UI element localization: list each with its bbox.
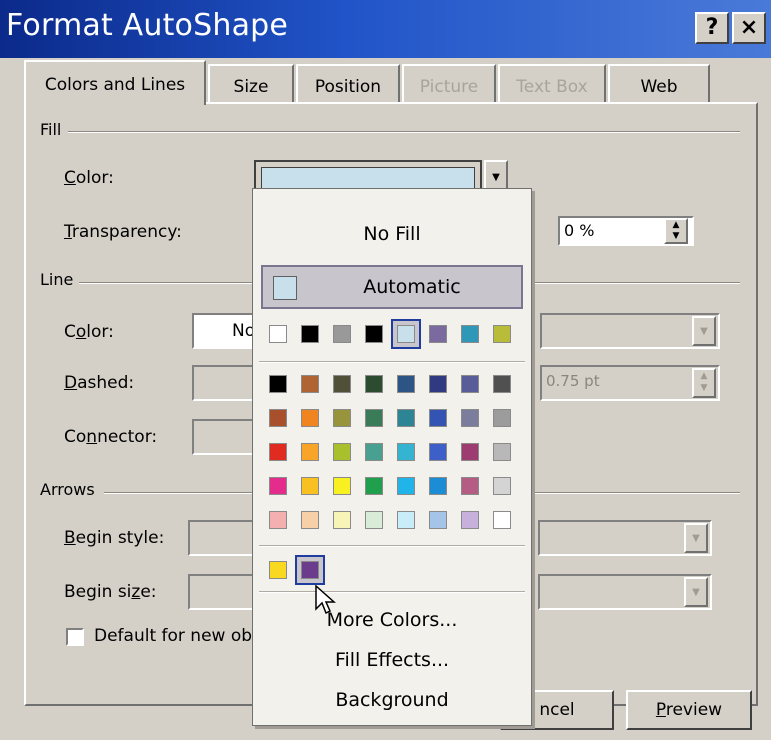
standard-color-swatch[interactable] <box>397 375 415 393</box>
default-checkbox-label: Default for new ob <box>94 626 253 646</box>
standard-color-swatch[interactable] <box>493 443 511 461</box>
standard-color-swatch[interactable] <box>429 511 447 529</box>
begin-size-dropdown <box>188 574 262 610</box>
recent-color-swatch[interactable] <box>269 561 287 579</box>
background-option[interactable]: Background <box>253 689 531 711</box>
standard-color-swatch[interactable] <box>269 477 287 495</box>
scheme-color-swatch[interactable] <box>493 325 511 343</box>
standard-color-swatch[interactable] <box>365 443 383 461</box>
standard-color-swatch[interactable] <box>397 443 415 461</box>
standard-color-swatch[interactable] <box>461 443 479 461</box>
standard-color-swatch[interactable] <box>301 511 319 529</box>
fill-effects-option[interactable]: Fill Effects... <box>253 649 531 671</box>
automatic-label: Automatic <box>363 276 461 298</box>
standard-color-swatch[interactable] <box>269 443 287 461</box>
fill-color-palette: No Fill Automatic More Colors... Fill Ef… <box>252 188 532 726</box>
standard-color-swatch[interactable] <box>333 375 351 393</box>
begin-size-label: Begin size: <box>64 582 157 602</box>
palette-separator-3 <box>259 591 525 593</box>
standard-color-swatch[interactable] <box>333 511 351 529</box>
standard-color-swatch[interactable] <box>333 409 351 427</box>
standard-color-swatch[interactable] <box>333 477 351 495</box>
transparency-label: Transparency: <box>64 222 182 242</box>
standard-color-swatch[interactable] <box>429 375 447 393</box>
scheme-color-swatch[interactable] <box>269 325 287 343</box>
begin-style-label: Begin style: <box>64 528 165 548</box>
begin-style-dropdown <box>188 520 262 556</box>
standard-color-swatch[interactable] <box>397 477 415 495</box>
standard-color-swatch[interactable] <box>493 477 511 495</box>
standard-color-swatch[interactable] <box>333 443 351 461</box>
default-checkbox[interactable] <box>66 628 84 646</box>
close-button[interactable]: × <box>732 12 766 44</box>
standard-color-swatch[interactable] <box>493 511 511 529</box>
automatic-swatch <box>273 276 297 300</box>
standard-color-swatch[interactable] <box>461 511 479 529</box>
help-button[interactable]: ? <box>695 12 729 44</box>
end-style-dropdown-arrow: ▼ <box>684 523 708 553</box>
palette-separator-2 <box>259 545 525 547</box>
standard-color-swatch[interactable] <box>269 375 287 393</box>
fill-section-title: Fill <box>40 120 68 139</box>
tab-web[interactable]: Web <box>608 64 710 102</box>
standard-color-swatch[interactable] <box>429 477 447 495</box>
scheme-color-swatch[interactable] <box>461 325 479 343</box>
standard-color-swatch[interactable] <box>493 375 511 393</box>
scheme-color-swatch[interactable] <box>365 325 383 343</box>
scheme-color-swatch[interactable] <box>429 325 447 343</box>
standard-color-swatch[interactable] <box>397 409 415 427</box>
standard-color-swatch[interactable] <box>301 409 319 427</box>
fill-color-label: Color: <box>64 168 114 188</box>
scheme-color-swatch[interactable] <box>397 325 415 343</box>
tab-text-box: Text Box <box>498 64 606 102</box>
line-section-title: Line <box>40 270 80 289</box>
palette-separator-1 <box>259 361 525 363</box>
standard-color-swatch[interactable] <box>397 511 415 529</box>
line-style-dropdown-arrow: ▼ <box>692 316 716 346</box>
tab-colors-and-lines[interactable]: Colors and Lines <box>24 60 206 105</box>
preview-button[interactable]: Preview <box>626 690 752 730</box>
standard-color-swatch[interactable] <box>429 409 447 427</box>
standard-color-swatch[interactable] <box>461 375 479 393</box>
standard-color-swatch[interactable] <box>365 477 383 495</box>
standard-color-swatch[interactable] <box>365 511 383 529</box>
scheme-color-swatch[interactable] <box>301 325 319 343</box>
dashed-label: Dashed: <box>64 373 135 393</box>
tab-size[interactable]: Size <box>208 64 294 102</box>
standard-color-swatch[interactable] <box>493 409 511 427</box>
no-fill-option[interactable]: No Fill <box>253 223 531 245</box>
fill-divider <box>68 131 740 133</box>
window-title: Format AutoShape <box>6 8 289 43</box>
more-colors-option[interactable]: More Colors... <box>253 609 531 631</box>
connector-label: Connector: <box>64 427 158 447</box>
transparency-spinner[interactable]: ▲ ▼ <box>664 218 688 244</box>
standard-color-swatch[interactable] <box>301 477 319 495</box>
title-bar: Format AutoShape ? × <box>0 0 771 58</box>
automatic-option[interactable]: Automatic <box>261 265 523 309</box>
tab-picture: Picture <box>402 64 496 102</box>
line-weight-spinner: ▲ ▼ <box>692 368 716 398</box>
standard-color-swatch[interactable] <box>301 443 319 461</box>
line-color-label: Color: <box>64 322 114 342</box>
standard-color-swatch[interactable] <box>365 409 383 427</box>
line-weight-value: 0.75 pt <box>546 372 600 390</box>
standard-color-swatch[interactable] <box>269 511 287 529</box>
fill-color-preview <box>261 167 475 189</box>
mouse-cursor-icon <box>315 585 336 615</box>
standard-color-swatch[interactable] <box>365 375 383 393</box>
standard-color-swatch[interactable] <box>301 375 319 393</box>
end-size-dropdown-arrow: ▼ <box>684 577 708 607</box>
standard-color-swatch[interactable] <box>269 409 287 427</box>
recent-color-swatch[interactable] <box>301 561 319 579</box>
tab-position[interactable]: Position <box>296 64 400 102</box>
scheme-color-swatch[interactable] <box>333 325 351 343</box>
standard-color-swatch[interactable] <box>461 409 479 427</box>
transparency-value: 0 % <box>564 221 595 240</box>
standard-color-swatch[interactable] <box>429 443 447 461</box>
arrows-section-title: Arrows <box>40 480 101 499</box>
standard-color-swatch[interactable] <box>461 477 479 495</box>
